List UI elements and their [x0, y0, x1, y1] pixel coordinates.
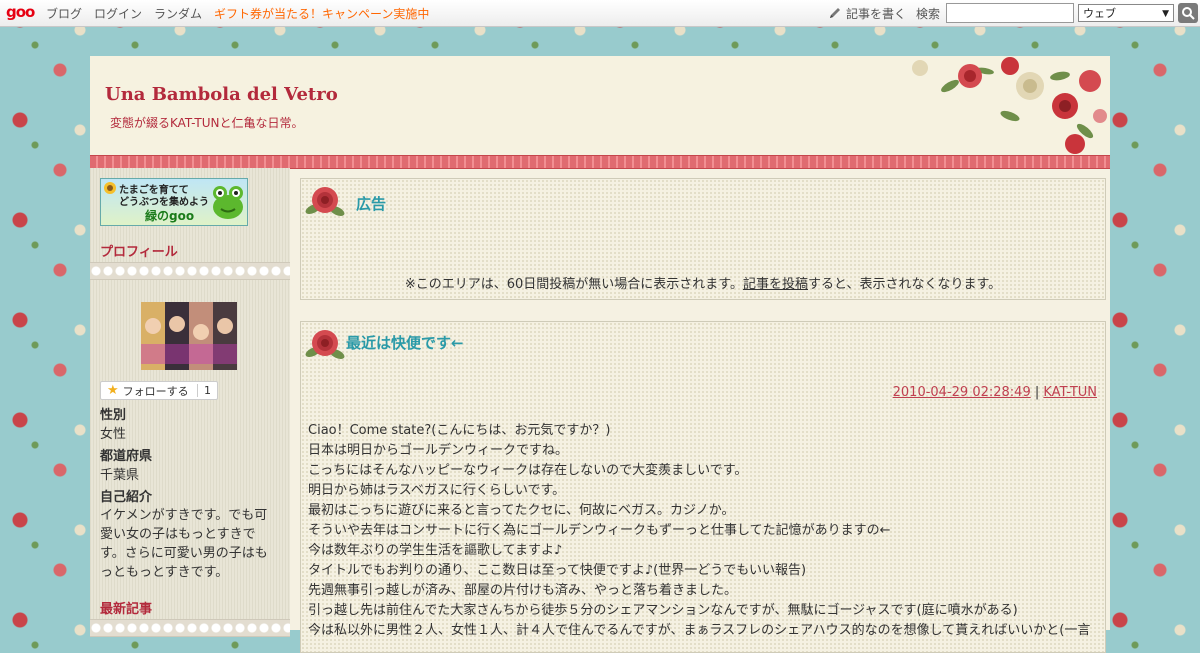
post-line: 今は私以外に男性２人、女性１人、計４人で住んでるんですが、まぁラスフレのシェアハ… — [308, 623, 1091, 638]
banner-line-2: どうぶつを集めよう — [119, 197, 209, 208]
star-icon: ★ — [107, 383, 119, 398]
rose-icon — [305, 187, 345, 216]
rose-icon — [305, 330, 345, 359]
follow-button[interactable]: ★ フォローする 1 — [100, 381, 218, 400]
blog-post: 最近は快便です← 2010-04-29 02:28:49 | KAT-TUN C… — [300, 321, 1106, 653]
blog-header: Una Bambola del Vetro 変態が綴るKAT-TUNと仁亀な日常… — [90, 56, 1110, 156]
post-datetime-link[interactable]: 2010-04-29 02:28:49 — [893, 385, 1031, 400]
post-line: こっちにはそんなハッピーなウィークは存在しないので大変羨ましいです。 — [308, 463, 748, 478]
frog-icon — [213, 186, 243, 219]
green-goo-banner[interactable]: たまごを育てて どうぶつを集めよう 緑のgoo — [100, 178, 248, 226]
prefecture-value: 千葉県 — [100, 468, 140, 483]
lace-divider — [90, 262, 290, 280]
lace-divider — [90, 619, 290, 637]
post-article-link[interactable]: 記事を投稿 — [743, 277, 808, 292]
ad-title: 広告 — [356, 195, 387, 213]
post-line: 先週無事引っ越しが済み、部屋の片付けも済み、やっと落ち着きました。 — [308, 583, 738, 598]
toolbar-nav: ブログ ログイン ランダム — [46, 5, 202, 22]
search-scope-select[interactable]: ウェブ ▼ — [1078, 4, 1174, 22]
post-body: Ciao！Come state?(こんにちは、お元気ですか？) 日本は明日からゴ… — [308, 421, 1098, 641]
blog-title[interactable]: Una Bambola del Vetro — [105, 84, 338, 105]
ad-section: 広告 ※このエリアは、60日間投稿が無い場合に表示されます。記事を投稿すると、表… — [300, 178, 1106, 300]
rose-decoration-icon — [912, 57, 1107, 154]
toolbar-right: 記事を書く 検索 ウェブ ▼ — [828, 2, 1200, 24]
header-divider-band — [90, 155, 1110, 169]
blog-description: 変態が綴るKAT-TUNと仁亀な日常。 — [110, 116, 304, 130]
gender-label: 性別 — [100, 408, 127, 423]
post-meta: 2010-04-29 02:28:49 | KAT-TUN — [893, 385, 1097, 400]
post-line: 明日から姉はラスベガスに行くらしいです。 — [308, 483, 566, 498]
nav-login-link[interactable]: ログイン — [94, 5, 142, 22]
post-line: Ciao！Come state?(こんにちは、お元気ですか？) — [308, 423, 611, 438]
follow-count: 1 — [197, 384, 217, 397]
ad-note-after: すると、表示されなくなります。 — [807, 277, 1002, 292]
chevron-down-icon: ▼ — [1162, 9, 1169, 19]
ad-note-before: ※このエリアは、60日間投稿が無い場合に表示されます。 — [404, 277, 743, 292]
post-title[interactable]: 最近は快便です← — [346, 332, 464, 353]
nav-random-link[interactable]: ランダム — [154, 5, 202, 22]
post-line: 引っ越し先は前住んでた大家さんちから徒歩５分のシェアマンションなんですが、無駄に… — [308, 603, 1018, 618]
nav-blog-link[interactable]: ブログ — [46, 5, 82, 22]
follow-label: フォローする — [122, 384, 189, 398]
search-button[interactable] — [1178, 3, 1198, 23]
sunflower-icon — [104, 182, 116, 194]
banner-line-3: 緑のgoo — [145, 209, 195, 223]
post-line: 最初はこっちに遊びに来ると言ってたクセに、何故にベガス。カジノか。 — [308, 503, 735, 518]
post-line: そういや去年はコンサートに行く為にゴールデンウィークもずーっと仕事してた記憶があ… — [308, 523, 891, 538]
profile-avatar[interactable] — [141, 302, 237, 370]
post-line: タイトルでもお判りの通り、ここ数日は至って快便ですよ♪(世界一どうでもいい報告) — [308, 563, 807, 578]
post-title-link[interactable]: 最近は快便です← — [346, 334, 464, 352]
search-label: 検索 — [915, 6, 940, 21]
post-line: 日本は明日からゴールデンウィークですね。 — [308, 443, 569, 458]
post-category-link[interactable]: KAT-TUN — [1043, 385, 1097, 400]
recent-posts-heading: 最新記事 — [100, 602, 153, 617]
post-line: 今は数年ぶりの学生生活を謳歌してますよ♪ — [308, 543, 563, 558]
search-scope-value: ウェブ — [1083, 7, 1116, 20]
profile-heading: プロフィール — [100, 245, 178, 260]
search-icon — [1182, 7, 1195, 20]
sidebar: たまごを育てて どうぶつを集めよう 緑のgoo プロフィール ★ フォローする … — [90, 168, 290, 637]
write-post-link[interactable]: 記事を書く — [846, 5, 906, 22]
goo-toolbar: goo ブログ ログイン ランダム ギフト券が当たる！キャンペーン実施中 記事を… — [0, 0, 1200, 27]
gender-value: 女性 — [100, 427, 127, 442]
prefecture-label: 都道府県 — [100, 449, 153, 464]
pencil-icon — [829, 8, 840, 18]
intro-label: 自己紹介 — [100, 490, 153, 505]
search-input[interactable] — [946, 3, 1074, 23]
campaign-link[interactable]: ギフト券が当たる！キャンペーン実施中 — [214, 5, 429, 22]
ad-note: ※このエリアは、60日間投稿が無い場合に表示されます。記事を投稿すると、表示され… — [301, 273, 1105, 292]
intro-value: イケメンがすきです。でも可愛い女の子はもっとすきです。さらに可愛い男の子はもっと… — [100, 508, 268, 580]
meta-separator: | — [1034, 385, 1040, 400]
goo-logo[interactable]: goo — [6, 3, 35, 21]
blog-container: Una Bambola del Vetro 変態が綴るKAT-TUNと仁亀な日常… — [90, 56, 1110, 653]
